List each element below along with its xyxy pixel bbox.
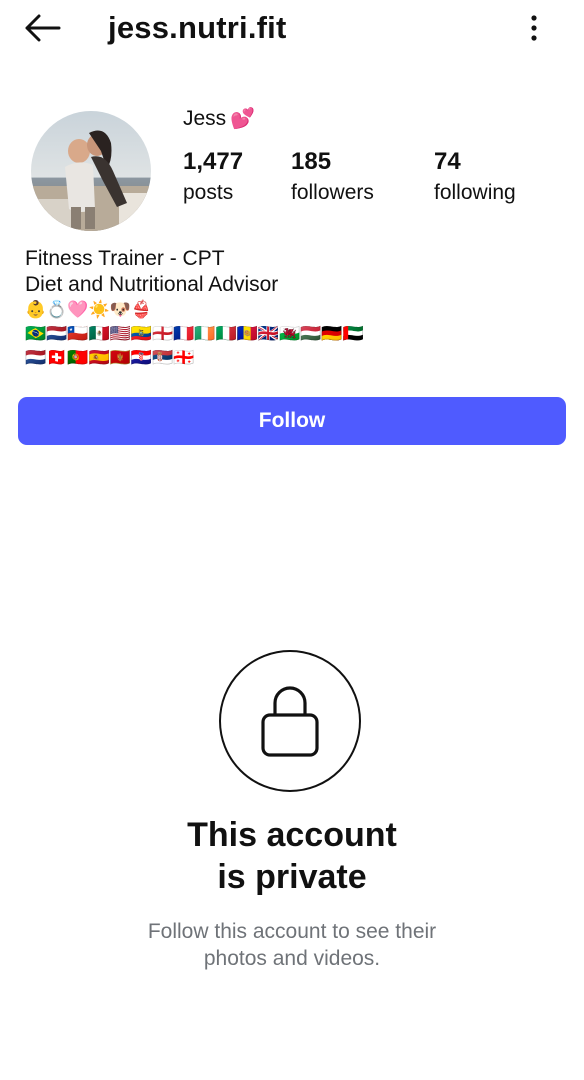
followers-count: 185 [291,148,332,175]
profile-username: jess.nutri.fit [108,10,287,45]
private-account-title: This account is private [0,814,584,898]
private-title-line-2: is private [217,858,367,896]
more-options-button[interactable] [516,10,552,46]
bio-line-title: Fitness Trainer - CPT [25,247,225,270]
arrow-left-icon [25,14,61,42]
private-subtitle-line-2: photos and videos. [203,947,381,970]
avatar-photo [31,111,151,231]
private-account-subtitle: Follow this account to see their photos … [0,918,584,972]
more-vertical-icon [531,15,537,41]
posts-count: 1,477 [183,148,244,175]
lock-icon [261,686,319,757]
profile-display-name: Jess 💕 [183,103,255,135]
private-lock-badge [219,650,361,792]
profile-avatar[interactable] [31,111,151,231]
private-subtitle-line-1: Follow this account to see their [147,920,437,943]
posts-label: posts [183,181,234,204]
bio-flags-row-2: 🇳🇱🇨🇭🇵🇹🇪🇸🇲🇪🇭🇷🇷🇸🇬🇪 [25,348,195,367]
stat-posts: 1,477 posts [183,146,243,208]
bio-flags-row-1: 🇧🇷🇳🇱🇨🇱🇲🇽🇺🇸🇪🇨🏴󠁧󠁢󠁥󠁮󠁧󠁿🇫🇷🇮🇪🇮🇹🇦🇩🇬🇧🏴󠁧󠁢󠁷󠁬󠁳󠁿🇭🇺🇩🇪… [25,324,364,343]
followers-label: followers [291,181,374,204]
following-count: 74 [434,148,461,175]
profile-bio: Fitness Trainer - CPT Diet and Nutrition… [25,246,565,370]
stat-followers[interactable]: 185 followers [291,146,374,208]
back-button[interactable] [20,10,64,46]
top-bar: jess.nutri.fit [0,0,584,56]
stat-following[interactable]: 74 following [434,146,516,208]
hearts-emoji: 💕 [230,108,256,130]
following-label: following [434,181,516,204]
private-title-line-1: This account [187,816,397,854]
follow-button[interactable]: Follow [18,397,566,445]
bio-line-role: Diet and Nutritional Advisor [25,273,279,296]
bio-emoji-row: 👶💍🩷☀️🐶👙 [25,300,153,319]
display-name-text: Jess [183,107,227,130]
